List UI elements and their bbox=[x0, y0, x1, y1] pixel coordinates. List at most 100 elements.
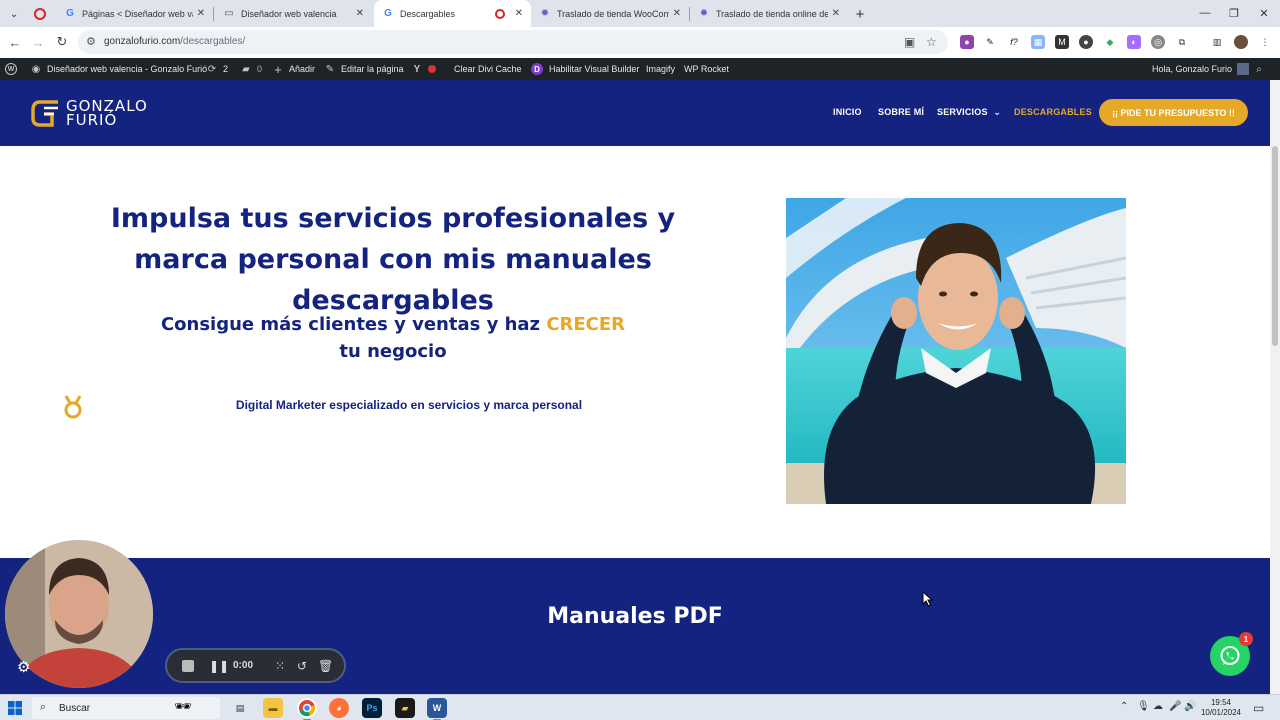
wp-edit-page[interactable]: ✎ Editar la página bbox=[324, 58, 404, 80]
bookmark-star-icon[interactable]: ☆ bbox=[926, 35, 937, 49]
word-icon[interactable]: W bbox=[427, 698, 447, 720]
section-title: Manuales PDF bbox=[547, 604, 723, 629]
mail-extension-icon[interactable]: M bbox=[1055, 35, 1069, 49]
yoast-icon: Y bbox=[413, 63, 421, 75]
arrow-left-icon: ← bbox=[8, 34, 22, 50]
address-bar[interactable]: ⚙ gonzalofurio.com/descargables/ ▣ ☆ bbox=[78, 30, 948, 54]
site-info-icon[interactable]: ⚙ bbox=[86, 35, 96, 48]
sticky-notes-icon[interactable]: ▰ bbox=[395, 698, 415, 718]
windows-start-icon[interactable] bbox=[8, 701, 22, 715]
wp-logo-menu[interactable]: W bbox=[5, 58, 22, 80]
wp-yoast[interactable]: Y bbox=[411, 58, 436, 80]
scrollbar-thumb[interactable] bbox=[1272, 146, 1278, 346]
tab-search-button[interactable]: ⌄ bbox=[4, 4, 24, 24]
highlight-word: CRECER bbox=[546, 314, 626, 335]
new-tab-button[interactable]: + bbox=[850, 4, 870, 24]
photoshop-icon[interactable]: Ps bbox=[362, 698, 382, 718]
pinned-tab-opera[interactable] bbox=[30, 4, 50, 24]
tab-traslado-woo[interactable]: ✹ Traslado de tienda WooCommerce ✕ bbox=[531, 0, 689, 27]
grey-extension-icon[interactable]: ◎ bbox=[1151, 35, 1165, 49]
file-explorer-icon[interactable]: ▬ bbox=[263, 698, 283, 718]
close-icon[interactable]: ✕ bbox=[673, 8, 681, 19]
back-button[interactable]: ← bbox=[6, 33, 24, 51]
microphone-active-icon[interactable]: 🎤 bbox=[1169, 701, 1181, 712]
nav-servicios[interactable]: SERVICIOS ⌄ bbox=[937, 107, 1001, 118]
minimize-button[interactable]: — bbox=[1192, 4, 1218, 22]
wp-visual-builder[interactable]: D Habilitar Visual Builder bbox=[531, 58, 639, 80]
hero-tagline: Digital Marketer especializado en servic… bbox=[235, 398, 583, 412]
close-icon[interactable]: ✕ bbox=[515, 8, 523, 19]
nav-sobre-mi[interactable]: SOBRE MÍ bbox=[878, 107, 924, 117]
browser-toolbar: ← → ↻ ⚙ gonzalofurio.com/descargables/ ▣… bbox=[0, 27, 1280, 58]
avatar bbox=[1237, 63, 1250, 75]
puzzle-icon[interactable]: ⧉ bbox=[1175, 35, 1189, 49]
wp-search[interactable]: ⌕ bbox=[1253, 58, 1270, 80]
tray-chevron-icon[interactable]: ⌃ bbox=[1120, 701, 1128, 712]
chrome-icon[interactable] bbox=[297, 698, 317, 720]
restore-button[interactable]: ❐ bbox=[1221, 4, 1247, 22]
trash-icon[interactable]: 🗑 bbox=[318, 659, 333, 673]
page-scrollbar[interactable] bbox=[1270, 80, 1280, 694]
wp-clear-divi-cache[interactable]: Clear Divi Cache bbox=[454, 58, 522, 80]
forward-button[interactable]: → bbox=[29, 33, 47, 51]
screenshot-extension-icon[interactable]: ▦ bbox=[1031, 35, 1045, 49]
stop-recording-button[interactable] bbox=[182, 660, 194, 672]
side-panel-icon[interactable]: ▥ bbox=[1210, 35, 1224, 49]
color-extension-icon[interactable]: ◆ bbox=[1103, 35, 1117, 49]
firefox-icon[interactable]: ◕ bbox=[329, 698, 349, 718]
taskbar-search[interactable]: ⌕ Buscar 🕶 bbox=[32, 697, 220, 719]
site-logo[interactable]: GONZALO FURIÓ bbox=[30, 98, 148, 128]
mouse-cursor-icon bbox=[922, 591, 934, 607]
wp-account[interactable]: Hola, Gonzalo Furio bbox=[1152, 58, 1250, 80]
nav-descargables[interactable]: DESCARGABLES bbox=[1014, 107, 1092, 117]
wordpress-icon: W bbox=[5, 63, 17, 75]
wp-admin-bar: W ◉ Diseñador web valencia - Gonzalo Fur… bbox=[0, 58, 1280, 80]
wp-imagify[interactable]: Imagify bbox=[646, 58, 675, 80]
restart-icon[interactable]: ↺ bbox=[297, 659, 307, 673]
wp-comments[interactable]: ▰ 0 bbox=[240, 58, 262, 80]
close-icon[interactable]: ✕ bbox=[832, 8, 840, 19]
man-portrait-image bbox=[786, 198, 1126, 504]
logo-mark-icon bbox=[31, 100, 58, 127]
gear-icon: ✹ bbox=[699, 8, 709, 19]
windows-taskbar: ⌕ Buscar 🕶 ▤ ▬ ◕ Ps ▰ W ⌃ 🎙 ☁ 🎤 🔊 19:54 … bbox=[0, 694, 1280, 720]
camera-settings-gear-icon[interactable]: ⚙ bbox=[17, 658, 35, 676]
volume-icon[interactable]: 🔊 bbox=[1184, 701, 1196, 712]
microphone-icon[interactable]: 🎙 bbox=[1137, 701, 1150, 712]
seo-status-dot bbox=[428, 65, 436, 73]
close-window-button[interactable]: ✕ bbox=[1251, 4, 1277, 22]
quote-cta-button[interactable]: ¡¡ PIDE TU PRESUPUESTO !! bbox=[1099, 99, 1248, 126]
profile-avatar[interactable] bbox=[1234, 35, 1248, 49]
wp-rocket[interactable]: WP Rocket bbox=[684, 58, 729, 80]
nav-inicio[interactable]: INICIO bbox=[833, 107, 862, 117]
reload-icon: ↻ bbox=[56, 34, 68, 49]
purple-extension-icon[interactable]: ◐ bbox=[1127, 35, 1141, 49]
tab-paginas[interactable]: G Páginas < Diseñador web valencia ✕ bbox=[56, 0, 213, 27]
close-icon[interactable]: ✕ bbox=[356, 8, 364, 19]
notifications-icon[interactable]: ▭ bbox=[1253, 701, 1264, 715]
monitor-icon: ▭ bbox=[224, 8, 234, 19]
extension-icon[interactable]: ● bbox=[960, 35, 974, 49]
cast-icon[interactable]: ▣ bbox=[904, 35, 915, 49]
tab-disenador[interactable]: ▭ Diseñador web valencia ✕ bbox=[215, 0, 372, 27]
pause-icon[interactable]: ❚❚ bbox=[209, 659, 229, 673]
hero-subtitle: Consigue más clientes y ventas y haz CRE… bbox=[160, 314, 626, 362]
onedrive-icon[interactable]: ☁ bbox=[1153, 701, 1163, 712]
system-clock[interactable]: 19:54 10/01/2024 bbox=[1200, 698, 1242, 718]
reload-button[interactable]: ↻ bbox=[53, 33, 71, 51]
menu-dots-icon[interactable]: ⋮ bbox=[1258, 35, 1272, 49]
close-icon[interactable]: ✕ bbox=[197, 8, 205, 19]
tab-descargables[interactable]: G Descargables ✕ bbox=[374, 0, 531, 27]
task-view-icon[interactable]: ▤ bbox=[230, 698, 250, 718]
site-header: GONZALO FURIÓ INICIO SOBRE MÍ SERVICIOS … bbox=[0, 80, 1270, 146]
tab-traslado-online[interactable]: ✹ Traslado de tienda online de m ✕ bbox=[690, 0, 848, 27]
circle-extension-icon[interactable]: ● bbox=[1079, 35, 1093, 49]
font-extension-icon[interactable]: f? bbox=[1007, 35, 1021, 49]
wp-updates[interactable]: ⟳ 2 bbox=[206, 58, 228, 80]
grid-icon[interactable]: ⁙ bbox=[275, 659, 285, 673]
search-icon: ⌕ bbox=[1256, 63, 1262, 75]
profile-photo bbox=[786, 198, 1126, 504]
wp-add-new[interactable]: + Añadir bbox=[272, 58, 315, 80]
wp-site-name[interactable]: ◉ Diseñador web valencia - Gonzalo Furió bbox=[30, 58, 207, 80]
pen-extension-icon[interactable]: ✎ bbox=[983, 35, 997, 49]
